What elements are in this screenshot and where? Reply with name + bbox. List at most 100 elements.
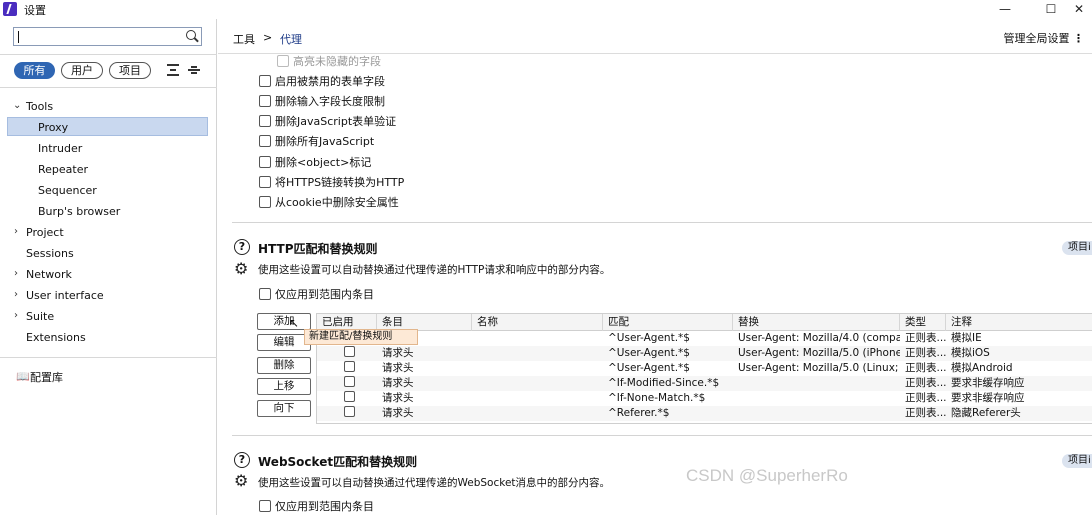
checkbox-https-to-http[interactable]: 将HTTPS链接转换为HTTP bbox=[259, 176, 404, 192]
column-header-match[interactable]: 匹配 bbox=[603, 314, 733, 331]
cell-item: 请求头 bbox=[382, 347, 414, 359]
cell-match: ^User-Agent.*$ bbox=[608, 362, 690, 374]
help-icon[interactable]: ? bbox=[234, 452, 250, 468]
column-header-name[interactable]: 名称 bbox=[472, 314, 603, 331]
cell-name bbox=[472, 406, 603, 421]
cell-name bbox=[472, 331, 603, 346]
window-title: 设置 bbox=[24, 4, 46, 17]
row-enabled-checkbox[interactable] bbox=[344, 406, 355, 417]
checkbox-remove-object-tags[interactable]: 删除<object>标记 bbox=[259, 156, 371, 172]
checkbox-enable-disabled-fields[interactable]: 启用被禁用的表单字段 bbox=[259, 75, 385, 91]
gear-icon[interactable]: ⚙ bbox=[234, 473, 248, 489]
sidebar-item-project[interactable]: Project bbox=[7, 223, 208, 242]
sidebar-item-intruder[interactable]: Intruder bbox=[7, 139, 208, 158]
sidebar-item-suite[interactable]: Suite bbox=[7, 307, 208, 326]
filter-user-button[interactable]: 用户 bbox=[61, 62, 103, 79]
filter-all-button[interactable]: 所有 bbox=[14, 62, 55, 79]
cell-type: 正则表... bbox=[905, 362, 946, 374]
checkbox bbox=[277, 55, 289, 67]
cell-type: 正则表... bbox=[905, 407, 946, 419]
row-enabled-checkbox[interactable] bbox=[344, 376, 355, 387]
manage-global-settings-button[interactable]: 管理全局设置 ⋮ bbox=[1004, 30, 1085, 46]
checkbox-http-scope-only[interactable]: 仅应用到范围内条目 bbox=[259, 288, 374, 304]
row-enabled-checkbox[interactable] bbox=[344, 391, 355, 402]
move-down-button[interactable]: 向下 bbox=[257, 400, 311, 417]
row-enabled-checkbox[interactable] bbox=[344, 361, 355, 372]
divider bbox=[0, 357, 217, 358]
add-rule-button[interactable]: 添加 bbox=[257, 313, 311, 330]
search-icon[interactable] bbox=[186, 30, 196, 40]
sidebar-item-extensions[interactable]: Extensions bbox=[7, 328, 208, 347]
cell-replace: User-Agent: Mozilla/5.0 (iPhone;... bbox=[738, 347, 900, 359]
match-replace-table: 已启用 条目 名称 匹配 替换 类型 注释 请求头 ^User-Agent.*$… bbox=[316, 313, 1092, 424]
settings-main: 工具 > 代理 管理全局设置 ⋮ 高亮未隐藏的字段 启用被禁用的表单字段 删除输… bbox=[218, 19, 1092, 515]
watermark: CSDN @SuperherRo bbox=[686, 466, 848, 485]
maximize-button[interactable]: ☐ bbox=[1036, 0, 1066, 19]
table-row[interactable]: 请求头 ^If-None-Match.*$ 正则表... 要求非缓存响应 bbox=[317, 391, 1092, 406]
gear-icon[interactable]: ⚙ bbox=[234, 261, 248, 277]
divider bbox=[0, 54, 217, 55]
add-rule-tooltip: 新建匹配/替换规则 bbox=[304, 329, 418, 345]
settings-sidebar: 所有 用户 项目 ⌄ Tools Proxy Intruder Repeater… bbox=[0, 19, 217, 515]
column-header-replace[interactable]: 替换 bbox=[733, 314, 900, 331]
project-tag: 项目i bbox=[1062, 241, 1092, 255]
sidebar-item-sequencer[interactable]: Sequencer bbox=[7, 181, 208, 200]
table-row[interactable]: 请求头 ^Referer.*$ 正则表... 隐藏Referer头 bbox=[317, 406, 1092, 421]
column-header-comment[interactable]: 注释 bbox=[946, 314, 1092, 331]
ws-rules-description: 使用这些设置可以自动替换通过代理传递的WebSocket消息中的部分内容。 bbox=[258, 477, 611, 489]
cell-replace: User-Agent: Mozilla/4.0 (compa... bbox=[738, 332, 900, 344]
table-header: 已启用 条目 名称 匹配 替换 类型 注释 bbox=[317, 314, 1092, 331]
table-row[interactable]: 请求头 ^User-Agent.*$ User-Agent: Mozilla/4… bbox=[317, 331, 1092, 346]
book-icon: 📖 bbox=[16, 370, 30, 383]
filter-project-button[interactable]: 项目 bbox=[109, 62, 151, 79]
ws-rules-title: WebSocket匹配和替换规则 bbox=[258, 455, 418, 469]
checkbox-remove-length-limits[interactable]: 删除输入字段长度限制 bbox=[259, 95, 385, 111]
cell-replace bbox=[733, 391, 900, 406]
burp-app-icon bbox=[3, 2, 17, 16]
sidebar-item-burps-browser[interactable]: Burp's browser bbox=[7, 202, 208, 221]
sidebar-item-repeater[interactable]: Repeater bbox=[7, 160, 208, 179]
cell-type: 正则表... bbox=[905, 347, 946, 359]
checkbox-remove-all-js[interactable]: 删除所有JavaScript bbox=[259, 135, 374, 151]
edit-rule-button[interactable]: 编辑 bbox=[257, 334, 311, 351]
cell-item: 请求头 bbox=[382, 392, 414, 404]
cell-match: ^User-Agent.*$ bbox=[608, 332, 690, 344]
checkbox-ws-scope-only[interactable]: 仅应用到范围内条目 bbox=[259, 500, 374, 515]
move-up-button[interactable]: 上移 bbox=[257, 378, 311, 395]
sidebar-item-tools[interactable]: Tools bbox=[7, 97, 208, 116]
row-enabled-checkbox[interactable] bbox=[344, 346, 355, 357]
title-bar: 设置 — ☐ ✕ bbox=[0, 0, 1092, 19]
http-rules-description: 使用这些设置可以自动替换通过代理传递的HTTP请求和响应中的部分内容。 bbox=[258, 264, 611, 276]
cell-replace bbox=[733, 406, 900, 421]
help-icon[interactable]: ? bbox=[234, 239, 250, 255]
table-row[interactable]: 请求头 ^User-Agent.*$ User-Agent: Mozilla/5… bbox=[317, 346, 1092, 361]
sidebar-item-network[interactable]: Network bbox=[7, 265, 208, 284]
breadcrumb-tools[interactable]: 工具 bbox=[233, 31, 255, 47]
cell-name bbox=[472, 391, 603, 406]
cell-type: 正则表... bbox=[905, 392, 946, 404]
checkbox-remove-secure-flag[interactable]: 从cookie中删除安全属性 bbox=[259, 196, 399, 212]
sidebar-item-user-interface[interactable]: User interface bbox=[7, 286, 208, 305]
remove-rule-button[interactable]: 删除 bbox=[257, 357, 311, 374]
checkbox-highlight-hidden-fields: 高亮未隐藏的字段 bbox=[277, 55, 381, 71]
cell-name bbox=[472, 346, 603, 361]
sidebar-item-proxy[interactable]: Proxy bbox=[7, 117, 208, 136]
cell-name bbox=[472, 376, 603, 391]
table-row[interactable]: 请求头 ^If-Modified-Since.*$ 正则表... 要求非缓存响应 bbox=[317, 376, 1092, 391]
cell-comment: 要求非缓存响应 bbox=[951, 392, 1025, 404]
divider bbox=[232, 222, 1092, 223]
checkbox-remove-js-validation[interactable]: 删除JavaScript表单验证 bbox=[259, 115, 396, 131]
close-button[interactable]: ✕ bbox=[1064, 0, 1092, 19]
search-input[interactable] bbox=[13, 27, 202, 46]
expand-all-icon[interactable] bbox=[167, 64, 179, 76]
table-row[interactable]: 请求头 ^User-Agent.*$ User-Agent: Mozilla/5… bbox=[317, 361, 1092, 376]
minimize-button[interactable]: — bbox=[990, 0, 1020, 19]
cell-comment: 隐藏Referer头 bbox=[951, 407, 1021, 419]
breadcrumb-proxy[interactable]: 代理 bbox=[280, 31, 302, 47]
cell-item: 请求头 bbox=[382, 377, 414, 389]
mouse-cursor-icon: ↖ bbox=[289, 316, 300, 330]
column-header-type[interactable]: 类型 bbox=[900, 314, 946, 331]
sidebar-item-sessions[interactable]: Sessions bbox=[7, 244, 208, 263]
sidebar-item-library[interactable]: 配置库 bbox=[30, 369, 63, 385]
collapse-all-icon[interactable] bbox=[188, 64, 200, 76]
